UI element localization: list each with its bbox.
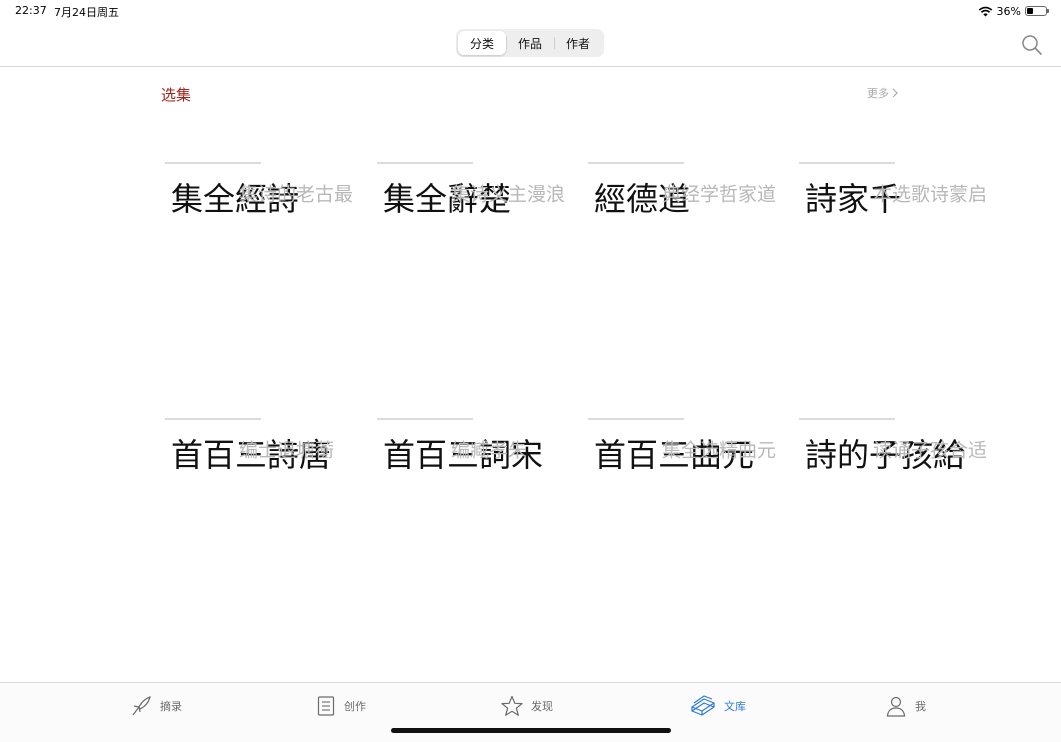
- tab-discover[interactable]: 发现: [501, 693, 553, 719]
- card-divider: [588, 418, 684, 420]
- books-icon: [691, 695, 715, 716]
- battery-icon: [1025, 6, 1049, 16]
- star-icon: [501, 695, 523, 716]
- card-divider: [799, 418, 895, 420]
- search-icon[interactable]: [1020, 33, 1044, 57]
- home-indicator[interactable]: [391, 728, 671, 733]
- section-title: 选集: [161, 86, 192, 104]
- notebook-icon: [317, 696, 335, 716]
- card-divider: [377, 162, 473, 164]
- card-divider: [165, 418, 261, 420]
- status-bar: 22:37 7月24日周五 36%: [0, 0, 1061, 22]
- card-divider: [588, 162, 684, 164]
- tab-create[interactable]: 创作: [316, 693, 366, 719]
- card-subtitle: 元曲精选全集: [659, 440, 776, 470]
- card-divider: [377, 418, 473, 420]
- tab-label: 我: [915, 700, 926, 713]
- tab-excerpts[interactable]: 摘录: [130, 693, 182, 719]
- card-subtitle: 适合孩子诵读: [870, 440, 987, 470]
- tab-bar: 摘录 创作 发现 文库 我: [0, 682, 1061, 742]
- status-time: 22:37: [15, 4, 47, 17]
- status-date: 7月24日周五: [54, 6, 119, 19]
- tab-label: 文库: [724, 700, 746, 713]
- tab-library[interactable]: 文库: [690, 693, 746, 719]
- card-subtitle: 启蒙诗歌选本: [870, 184, 987, 214]
- tab-label: 创作: [344, 700, 366, 713]
- card-subtitle: 浪漫主义诗集: [448, 184, 565, 214]
- category-segmented-control: 分类 作品 作者: [456, 29, 604, 57]
- wifi-icon: [978, 6, 992, 16]
- tab-label: 发现: [531, 700, 553, 713]
- person-icon: [886, 696, 906, 717]
- navigation-bar: 分类 作品 作者: [0, 22, 1061, 67]
- card-subtitle: 朱孝臧编: [448, 440, 527, 470]
- card-subtitle: 最古老的诗集: [236, 184, 353, 214]
- card-subtitle: 道家哲学经典: [659, 184, 776, 214]
- status-right: 36%: [978, 3, 1049, 19]
- card-divider: [165, 162, 261, 164]
- battery-level: [1027, 8, 1033, 14]
- battery-percent: 36%: [996, 4, 1021, 18]
- segment-category[interactable]: 分类: [458, 31, 506, 55]
- card-divider: [799, 162, 895, 164]
- segment-works[interactable]: 作品: [506, 31, 554, 55]
- segment-authors[interactable]: 作者: [554, 31, 602, 55]
- tab-me[interactable]: 我: [885, 693, 926, 719]
- more-label: 更多: [867, 87, 889, 100]
- chevron-right-icon: [892, 88, 898, 98]
- more-link[interactable]: 更多: [867, 85, 898, 101]
- quill-pen-icon: [132, 696, 151, 716]
- tab-label: 摘录: [160, 700, 182, 713]
- card-subtitle: 蘅塘退士编: [236, 440, 334, 470]
